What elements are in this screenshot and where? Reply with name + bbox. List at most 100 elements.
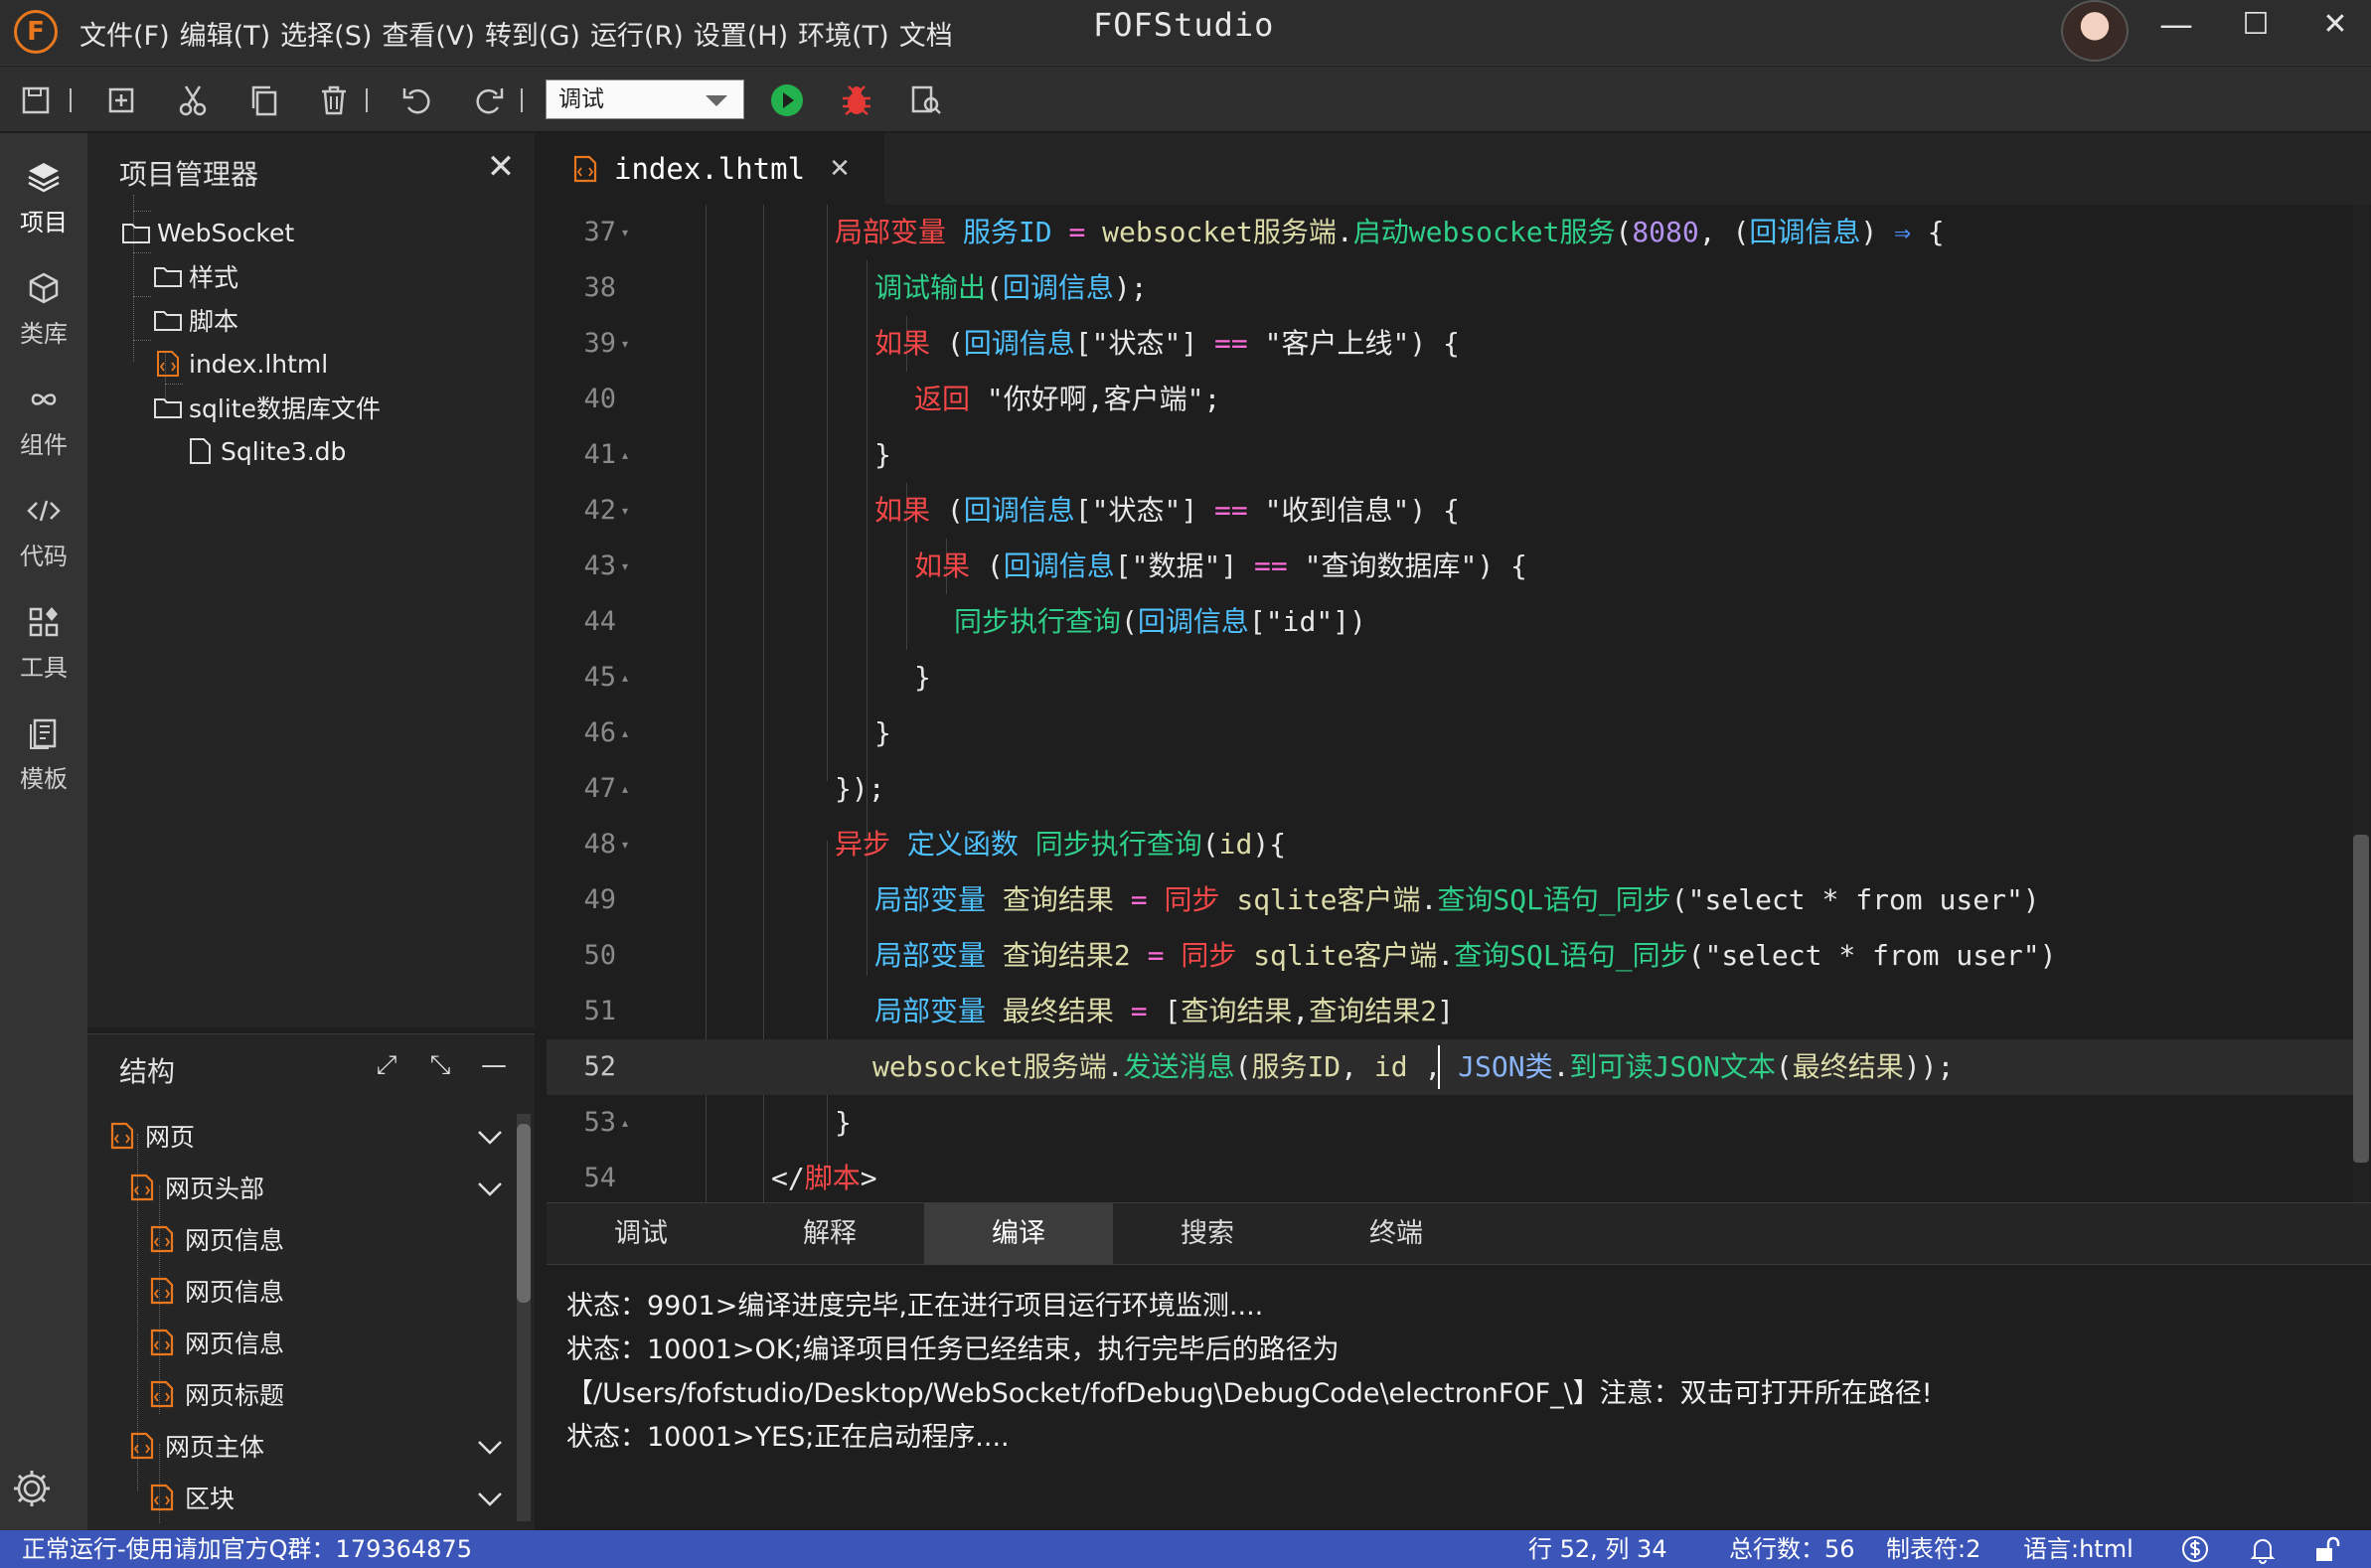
structure-item-meta[interactable]: 网页信息 bbox=[147, 1321, 284, 1364]
tree-item-sqlite-folder[interactable]: sqlite数据库文件 bbox=[153, 388, 381, 427]
code-token: , bbox=[1341, 1050, 1374, 1083]
expand-all-icon[interactable]: ⤢ bbox=[370, 1048, 403, 1082]
redo-icon[interactable] bbox=[469, 80, 509, 120]
run-mode-select[interactable]: 调试 bbox=[546, 79, 744, 119]
code-token: JSON类 bbox=[1458, 1050, 1553, 1083]
activity-code[interactable]: 代码 bbox=[0, 477, 87, 586]
activity-library[interactable]: 类库 bbox=[0, 254, 87, 364]
code-token: "客户上线" bbox=[1264, 327, 1410, 360]
menu-settings[interactable]: 设置(H) bbox=[694, 14, 788, 53]
fold-icon[interactable]: ▴ bbox=[622, 706, 628, 761]
delete-icon[interactable] bbox=[314, 80, 354, 120]
menu-docs[interactable]: 文档 bbox=[899, 14, 953, 53]
menu-environment[interactable]: 环境(T) bbox=[798, 14, 889, 53]
close-icon[interactable]: ✕ bbox=[829, 154, 851, 184]
activity-tools[interactable]: 工具 bbox=[0, 588, 87, 698]
fold-icon[interactable]: ▴ bbox=[622, 427, 628, 483]
tree-item-styles[interactable]: 样式 bbox=[153, 256, 238, 296]
find-icon[interactable] bbox=[906, 80, 946, 120]
tree-item-sqlite3-db[interactable]: Sqlite3.db bbox=[185, 431, 346, 471]
code-line: 42 ▾ 如果 (回调信息["状态"] == "收到信息") { bbox=[547, 483, 2355, 539]
tab-index-lhtml[interactable]: index.lhtml ✕ bbox=[547, 133, 884, 205]
cube-icon bbox=[29, 272, 59, 304]
debug-icon[interactable] bbox=[837, 80, 876, 120]
code-line: 46 ▴ } bbox=[547, 706, 2355, 761]
menu-goto[interactable]: 转到(G) bbox=[485, 14, 580, 53]
language-mode[interactable]: 语言:html bbox=[2023, 1530, 2134, 1568]
fold-icon[interactable]: ▴ bbox=[622, 761, 628, 817]
code-token: 回调信息 bbox=[963, 494, 1075, 527]
tab-interpret[interactable]: 解释 bbox=[735, 1203, 924, 1265]
structure-item-body[interactable]: 网页主体 bbox=[127, 1424, 264, 1468]
structure-item-head[interactable]: 网页头部 bbox=[127, 1166, 264, 1209]
tree-item-scripts[interactable]: 脚本 bbox=[153, 300, 238, 340]
save-icon[interactable] bbox=[16, 80, 56, 120]
code-line: 38 调试输出(回调信息); bbox=[547, 260, 2355, 316]
structure-item-title[interactable]: 网页标题 bbox=[147, 1372, 284, 1416]
minimize-button[interactable]: — bbox=[2141, 0, 2211, 50]
html-file-icon bbox=[110, 1122, 134, 1150]
collapse-all-icon[interactable]: ⤡ bbox=[423, 1048, 457, 1082]
output-line: 状态：10001>YES;正在启动程序.... bbox=[566, 1422, 1010, 1453]
bell-icon[interactable] bbox=[2248, 1534, 2278, 1564]
chevron-down-icon[interactable] bbox=[475, 1432, 505, 1462]
cut-icon[interactable] bbox=[173, 80, 213, 120]
scrollbar-thumb[interactable] bbox=[517, 1124, 531, 1303]
tree-item-label: WebSocket bbox=[157, 218, 295, 247]
activity-templates[interactable]: 模板 bbox=[0, 700, 87, 809]
chevron-down-icon[interactable] bbox=[475, 1174, 505, 1203]
fold-icon[interactable]: ▴ bbox=[622, 650, 628, 706]
fold-icon[interactable]: ▾ bbox=[622, 483, 628, 539]
tab-size[interactable]: 制表符:2 bbox=[1886, 1530, 1980, 1568]
activity-project[interactable]: 项目 bbox=[0, 143, 87, 252]
fold-icon[interactable]: ▾ bbox=[622, 316, 628, 372]
close-button[interactable]: ✕ bbox=[2300, 0, 2370, 50]
structure-scrollbar[interactable] bbox=[517, 1114, 531, 1521]
undo-icon[interactable] bbox=[397, 80, 437, 120]
tree-item-websocket[interactable]: WebSocket bbox=[121, 213, 294, 252]
tab-terminal[interactable]: 终端 bbox=[1302, 1203, 1491, 1265]
code-token: 同步 bbox=[1164, 883, 1220, 916]
tab-compile[interactable]: 编译 bbox=[924, 1203, 1113, 1265]
structure-item-page[interactable]: 网页 bbox=[107, 1114, 195, 1158]
activity-label: 模板 bbox=[20, 765, 68, 793]
tab-debug[interactable]: 调试 bbox=[547, 1203, 735, 1265]
chevron-down-icon[interactable] bbox=[475, 1122, 505, 1152]
structure-item-meta[interactable]: 网页信息 bbox=[147, 1217, 284, 1261]
menu-file[interactable]: 文件(F) bbox=[79, 14, 170, 53]
output-line[interactable]: 【/Users/fofstudio/Desktop/WebSocket/fofD… bbox=[566, 1372, 1933, 1416]
gear-icon[interactable] bbox=[10, 1467, 54, 1510]
dollar-icon[interactable] bbox=[2180, 1534, 2210, 1564]
cursor-position[interactable]: 行 52, 列 34 bbox=[1528, 1530, 1667, 1568]
fold-icon[interactable]: ▾ bbox=[622, 817, 628, 872]
unlock-icon[interactable] bbox=[2311, 1534, 2341, 1564]
line-number: 47 bbox=[583, 773, 616, 804]
scrollbar-thumb[interactable] bbox=[2353, 835, 2369, 1163]
tree-item-index-lhtml[interactable]: index.lhtml bbox=[153, 344, 328, 384]
tree-item-label: index.lhtml bbox=[189, 349, 329, 379]
menu-view[interactable]: 查看(V) bbox=[382, 14, 475, 53]
code-line-current: 52 websocket服务端.发送消息(服务ID, id , JSON类.到可… bbox=[547, 1039, 2355, 1095]
folder-icon bbox=[153, 393, 183, 421]
tab-search[interactable]: 搜索 bbox=[1113, 1203, 1302, 1265]
fold-icon[interactable]: ▴ bbox=[622, 1095, 628, 1151]
chevron-down-icon[interactable] bbox=[475, 1484, 505, 1513]
new-file-icon[interactable] bbox=[101, 80, 141, 120]
menu-edit[interactable]: 编辑(T) bbox=[180, 14, 271, 53]
structure-item-block[interactable]: 区块 bbox=[147, 1476, 235, 1519]
code-token: 回调信息 bbox=[963, 327, 1075, 360]
fold-icon[interactable]: ▾ bbox=[622, 539, 628, 594]
menu-run[interactable]: 运行(R) bbox=[590, 14, 684, 53]
structure-item-meta[interactable]: 网页信息 bbox=[147, 1269, 284, 1313]
user-avatar[interactable] bbox=[2061, 0, 2129, 62]
menu-select[interactable]: 选择(S) bbox=[280, 14, 372, 53]
copy-icon[interactable] bbox=[244, 80, 284, 120]
code-editor[interactable]: 37 ▾ 局部变量 服务ID = websocket服务端.启动websocket… bbox=[547, 205, 2371, 1202]
maximize-button[interactable]: ☐ bbox=[2221, 0, 2291, 50]
minimize-panel-icon[interactable]: — bbox=[477, 1048, 511, 1082]
code-text: 局部变量 查询结果 = 同步 sqlite客户端.查询SQL语句_同步("sel… bbox=[874, 872, 2040, 928]
fold-icon[interactable]: ▾ bbox=[622, 205, 628, 260]
run-icon[interactable] bbox=[767, 80, 807, 120]
activity-components[interactable]: 组件 bbox=[0, 366, 87, 475]
close-icon[interactable]: ✕ bbox=[483, 149, 519, 185]
